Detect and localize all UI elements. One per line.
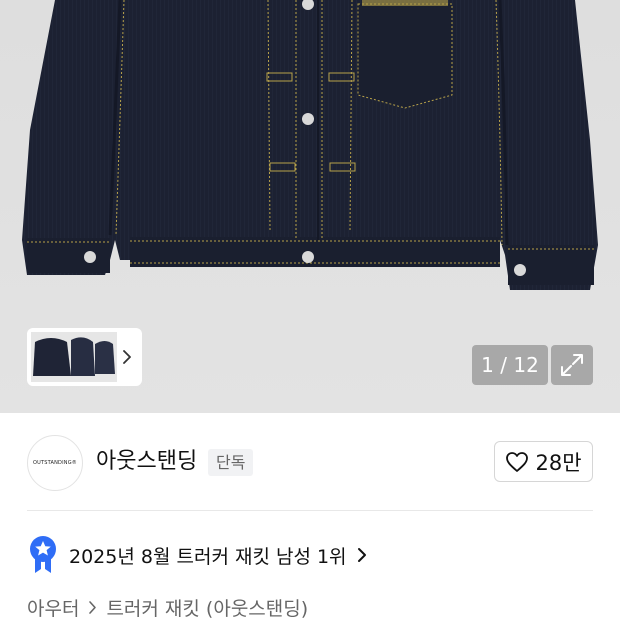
star-ribbon-icon (30, 536, 56, 573)
expand-button[interactable] (551, 345, 593, 385)
ranking-link[interactable]: 2025년 8월 트러커 재킷 남성 1위 (27, 535, 367, 575)
image-page-counter: 1 / 12 (472, 345, 548, 385)
product-image-viewer[interactable]: 1 / 12 (0, 0, 620, 413)
chevron-right-icon (357, 548, 366, 562)
heart-icon (506, 451, 529, 472)
brand-logo[interactable]: OUTSTANDING® (27, 435, 83, 491)
chevron-right-icon[interactable] (122, 349, 132, 365)
like-button[interactable]: 28만 (494, 441, 593, 482)
brand-row: OUTSTANDING® 아웃스탠딩 단독 28만 (0, 413, 620, 511)
like-count: 28만 (535, 450, 582, 475)
ranking-text: 2025년 8월 트러커 재킷 남성 1위 (69, 545, 347, 568)
section-divider (27, 510, 593, 511)
expand-icon (561, 354, 583, 376)
thumbnail-image (31, 332, 117, 382)
breadcrumb-item-outer[interactable]: 아우터 (27, 594, 79, 620)
exclusive-badge: 단독 (208, 449, 254, 476)
brand-logo-text: OUTSTANDING® (33, 460, 77, 466)
chevron-right-icon (89, 601, 97, 614)
thumbnail-strip[interactable] (27, 328, 142, 386)
breadcrumb-item-trucker-jacket[interactable]: 트러커 재킷 (아웃스탠딩) (106, 594, 308, 620)
brand-name[interactable]: 아웃스탠딩 (96, 447, 197, 477)
category-breadcrumb: 아우터 트러커 재킷 (아웃스탠딩) (27, 594, 308, 620)
